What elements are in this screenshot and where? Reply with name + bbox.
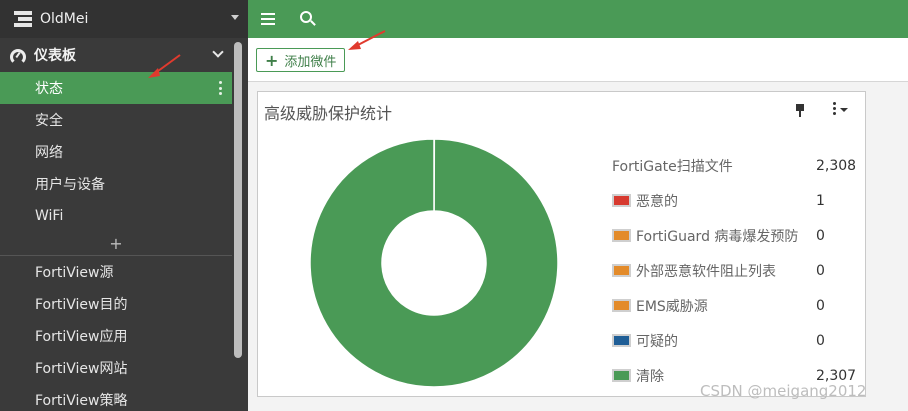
legend-row-external-blocklist[interactable]: 外部恶意软件阻止列表 0 <box>612 253 862 288</box>
annotation-arrow <box>348 30 386 50</box>
legend-label: EMS威胁源 <box>636 298 708 315</box>
plus-icon: + <box>265 50 279 70</box>
nav-group-dashboard[interactable]: 仪表板 <box>0 38 232 72</box>
legend-label: 外部恶意软件阻止列表 <box>636 263 776 280</box>
watermark: CSDN @meigang2012 <box>700 382 867 400</box>
legend-swatch <box>612 334 631 347</box>
sidebar: OldMei 仪表板 状态 安全 网络 用户与设备 WiFi + FortiVi… <box>0 0 248 411</box>
chevron-down-icon[interactable] <box>231 15 239 20</box>
pie-slice[interactable] <box>310 139 558 387</box>
sidebar-item-label: 状态 <box>35 81 63 97</box>
legend-swatch <box>612 369 631 382</box>
add-dashboard-button[interactable]: + <box>0 232 232 256</box>
legend-swatch <box>612 264 631 277</box>
legend-label: FortiGuard 病毒爆发预防 <box>636 228 799 245</box>
sidebar-item-fortiview-websites[interactable]: FortiView网站 <box>0 352 232 384</box>
legend-value: 0 <box>816 262 825 279</box>
annotation-arrow <box>148 54 181 78</box>
legend-row-suspicious[interactable]: 可疑的 0 <box>612 323 862 358</box>
brand-name: OldMei <box>40 11 89 27</box>
sidebar-item-label: FortiView策略 <box>35 393 128 409</box>
sidebar-item-fortiview-applications[interactable]: FortiView应用 <box>0 320 232 352</box>
chart-legend: FortiGate扫描文件 2,308 恶意的 1 FortiGuard 病毒爆… <box>612 148 862 393</box>
search-icon[interactable] <box>300 11 312 23</box>
sidebar-item-label: 用户与设备 <box>35 177 105 193</box>
nav-group-label: 仪表板 <box>34 48 76 64</box>
sidebar-item-security[interactable]: 安全 <box>0 104 232 136</box>
legend-row-malicious[interactable]: 恶意的 1 <box>612 183 862 218</box>
legend-swatch <box>612 194 631 207</box>
legend-value: 0 <box>816 332 825 349</box>
legend-label: 清除 <box>636 368 664 385</box>
widget-menu-button[interactable] <box>831 102 853 116</box>
sidebar-item-users-devices[interactable]: 用户与设备 <box>0 168 232 200</box>
sidebar-item-status[interactable]: 状态 <box>0 72 232 104</box>
legend-swatch <box>612 229 631 242</box>
legend-label: 可疑的 <box>636 333 678 350</box>
sidebar-item-label: WiFi <box>35 208 64 224</box>
sidebar-item-network[interactable]: 网络 <box>0 136 232 168</box>
sidebar-item-fortiview-policies[interactable]: FortiView策略 <box>0 384 232 411</box>
legend-row-outbreak-prevention[interactable]: FortiGuard 病毒爆发预防 0 <box>612 218 862 253</box>
fortinet-logo-icon <box>14 11 32 27</box>
sidebar-item-wifi[interactable]: WiFi <box>0 200 232 232</box>
legend-label: 恶意的 <box>636 193 678 210</box>
add-widget-button[interactable]: + 添加微件 <box>256 48 346 72</box>
sidebar-scrollbar[interactable] <box>234 42 242 358</box>
hamburger-menu-icon[interactable] <box>261 13 275 25</box>
caret-down-icon <box>840 108 848 112</box>
legend-swatch <box>612 299 631 312</box>
legend-row-scanned: FortiGate扫描文件 2,308 <box>612 148 862 183</box>
chevron-down-icon[interactable] <box>212 46 224 58</box>
sidebar-item-fortiview-sources[interactable]: FortiView源 <box>0 256 232 288</box>
kebab-menu-icon <box>833 102 836 115</box>
threat-protection-widget: 高级威胁保护统计 FortiGate扫描文件 2,308 恶意的 1 Forti… <box>257 91 866 397</box>
pin-icon[interactable] <box>795 104 805 118</box>
legend-value: 1 <box>816 192 825 209</box>
donut-chart <box>310 139 558 387</box>
sidebar-item-label: 网络 <box>35 145 63 161</box>
add-widget-label: 添加微件 <box>284 54 337 70</box>
sidebar-item-label: FortiView应用 <box>35 329 128 345</box>
legend-value: 2,308 <box>816 157 857 174</box>
widget-title: 高级威胁保护统计 <box>264 104 393 123</box>
dashboard-gauge-icon <box>10 48 26 65</box>
sidebar-item-label: FortiView网站 <box>35 361 128 377</box>
kebab-menu-icon[interactable] <box>219 81 223 95</box>
nav-menu: 仪表板 状态 安全 网络 用户与设备 WiFi + FortiView源 For… <box>0 38 232 411</box>
sidebar-item-label: FortiView源 <box>35 265 114 281</box>
sidebar-item-label: FortiView目的 <box>35 297 128 313</box>
sidebar-item-fortiview-destinations[interactable]: FortiView目的 <box>0 288 232 320</box>
legend-label: FortiGate扫描文件 <box>612 158 733 175</box>
legend-value: 0 <box>816 297 825 314</box>
brand-bar[interactable]: OldMei <box>0 0 248 38</box>
legend-row-ems-threat-feed[interactable]: EMS威胁源 0 <box>612 288 862 323</box>
legend-value: 0 <box>816 227 825 244</box>
sidebar-item-label: 安全 <box>35 113 63 129</box>
